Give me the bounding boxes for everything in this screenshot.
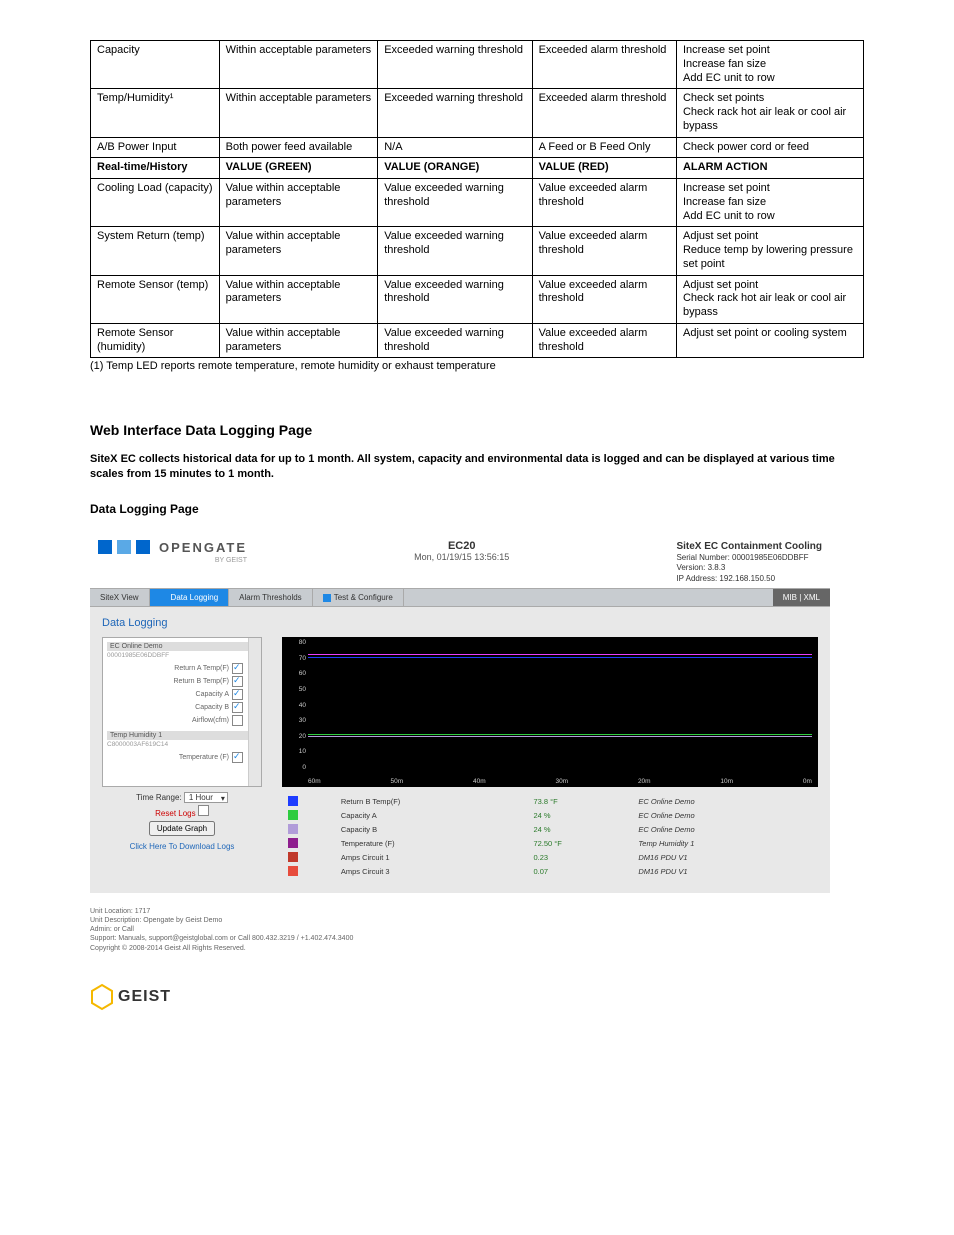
table-cell: Increase set point Increase fan size Add… — [676, 41, 863, 89]
alarm-table: CapacityWithin acceptable parametersExce… — [90, 40, 864, 358]
table-cell: Value within acceptable parameters — [219, 323, 378, 358]
device-title: EC20 — [247, 540, 676, 552]
table-cell: Adjust set point Check rack hot air leak… — [676, 275, 863, 323]
table-cell: Value within acceptable parameters — [219, 227, 378, 275]
series-option[interactable]: Airflow(cfm) — [107, 714, 257, 727]
table-cell: Exceeded warning threshold — [378, 41, 532, 89]
legend-row: Capacity A24 %EC Online Demo — [284, 809, 816, 821]
device-time: Mon, 01/19/15 13:56:15 — [247, 552, 676, 562]
table-cell: Both power feed available — [219, 137, 378, 158]
table-cell: Within acceptable parameters — [219, 41, 378, 89]
table-cell: VALUE (ORANGE) — [378, 158, 532, 179]
series-listbox[interactable]: EC Online Demo 00001985E06DDBFF Return A… — [102, 637, 262, 787]
tab-data-logging[interactable]: Data Logging — [150, 589, 230, 606]
table-cell: Value exceeded alarm threshold — [532, 323, 676, 358]
table-cell: Capacity — [91, 41, 220, 89]
table-cell: Adjust set point Reduce temp by lowering… — [676, 227, 863, 275]
table-cell: A Feed or B Feed Only — [532, 137, 676, 158]
table-cell: System Return (temp) — [91, 227, 220, 275]
section-heading: Web Interface Data Logging Page — [90, 422, 864, 438]
checkbox-icon[interactable] — [232, 752, 243, 763]
series-option[interactable]: Return B Temp(F) — [107, 675, 257, 688]
table-cell: Increase set point Increase fan size Add… — [676, 179, 863, 227]
section-intro: SiteX EC collects historical data for up… — [90, 452, 864, 482]
table-cell: Value exceeded alarm threshold — [532, 227, 676, 275]
tab-sitex-view[interactable]: SiteX View — [90, 589, 150, 606]
table-footnote: (1) Temp LED reports remote temperature,… — [90, 360, 864, 372]
table-cell: Check power cord or feed — [676, 137, 863, 158]
checkbox-icon[interactable] — [232, 676, 243, 687]
series-option[interactable]: Capacity B — [107, 701, 257, 714]
table-cell: Value exceeded warning threshold — [378, 323, 532, 358]
table-cell: Value exceeded warning threshold — [378, 227, 532, 275]
legend-row: Capacity B24 %EC Online Demo — [284, 823, 816, 835]
chart: 80706050403020100 60m50m40m30m20m10m0m — [282, 637, 818, 787]
page-title: Data Logging — [102, 617, 818, 629]
reset-checkbox[interactable] — [198, 805, 209, 816]
checkbox-icon[interactable] — [232, 663, 243, 674]
checkbox-icon[interactable] — [232, 715, 243, 726]
table-cell: Remote Sensor (temp) — [91, 275, 220, 323]
table-cell: Check set points Check rack hot air leak… — [676, 89, 863, 137]
table-cell: A/B Power Input — [91, 137, 220, 158]
table-cell: Value exceeded warning threshold — [378, 179, 532, 227]
device-info: SiteX EC Containment Cooling Serial Numb… — [676, 540, 822, 584]
table-cell: VALUE (GREEN) — [219, 158, 378, 179]
table-cell: Real-time/History — [91, 158, 220, 179]
tab-alarm-thresholds[interactable]: Alarm Thresholds — [229, 589, 313, 606]
table-cell: Value within acceptable parameters — [219, 179, 378, 227]
table-cell: ALARM ACTION — [676, 158, 863, 179]
legend-row: Amps Circuit 30.07DM16 PDU V1 — [284, 865, 816, 877]
series-option[interactable]: Capacity A — [107, 688, 257, 701]
series-option[interactable]: Temperature (F) — [107, 751, 257, 764]
legend-row: Return B Temp(F)73.8 °FEC Online Demo — [284, 795, 816, 807]
scrollbar[interactable] — [248, 638, 261, 786]
subsection-heading: Data Logging Page — [90, 502, 864, 516]
update-graph-button[interactable]: Update Graph — [149, 821, 215, 836]
tab-test-configure[interactable]: Test & Configure — [313, 589, 404, 606]
series-option[interactable]: Return A Temp(F) — [107, 662, 257, 675]
download-logs-link[interactable]: Click Here To Download Logs — [102, 842, 262, 851]
geist-logo: GEIST — [90, 983, 864, 1011]
table-cell: Exceeded alarm threshold — [532, 41, 676, 89]
table-cell: Adjust set point or cooling system — [676, 323, 863, 358]
table-cell: Remote Sensor (humidity) — [91, 323, 220, 358]
table-cell: Value exceeded warning threshold — [378, 275, 532, 323]
table-cell: Exceeded warning threshold — [378, 89, 532, 137]
nav-right-links[interactable]: MIB | XML — [773, 589, 830, 606]
table-cell: Exceeded alarm threshold — [532, 89, 676, 137]
legend-row: Amps Circuit 10.23DM16 PDU V1 — [284, 851, 816, 863]
checkbox-icon[interactable] — [232, 689, 243, 700]
checkbox-icon[interactable] — [232, 702, 243, 713]
table-cell: VALUE (RED) — [532, 158, 676, 179]
table-cell: Cooling Load (capacity) — [91, 179, 220, 227]
table-cell: Value exceeded alarm threshold — [532, 179, 676, 227]
page-footer: Unit Location: 1717 Unit Description: Op… — [90, 907, 830, 952]
table-cell: Value within acceptable parameters — [219, 275, 378, 323]
time-range-row[interactable]: Time Range: 1 Hour ▾ — [102, 793, 262, 802]
reset-logs-link[interactable]: Reset Logs — [155, 809, 195, 818]
table-cell: N/A — [378, 137, 532, 158]
webui-screenshot: OPENGATE BY GEIST EC20 Mon, 01/19/15 13:… — [90, 534, 830, 953]
table-cell: Within acceptable parameters — [219, 89, 378, 137]
opengate-logo: OPENGATE BY GEIST — [98, 540, 247, 564]
legend-row: Temperature (F)72.50 °FTemp Humidity 1 — [284, 837, 816, 849]
table-cell: Value exceeded alarm threshold — [532, 275, 676, 323]
nav-tabs: SiteX View Data Logging Alarm Thresholds… — [90, 588, 830, 607]
table-cell: Temp/Humidity¹ — [91, 89, 220, 137]
legend-table: Return B Temp(F)73.8 °FEC Online Demo Cap… — [282, 793, 818, 879]
